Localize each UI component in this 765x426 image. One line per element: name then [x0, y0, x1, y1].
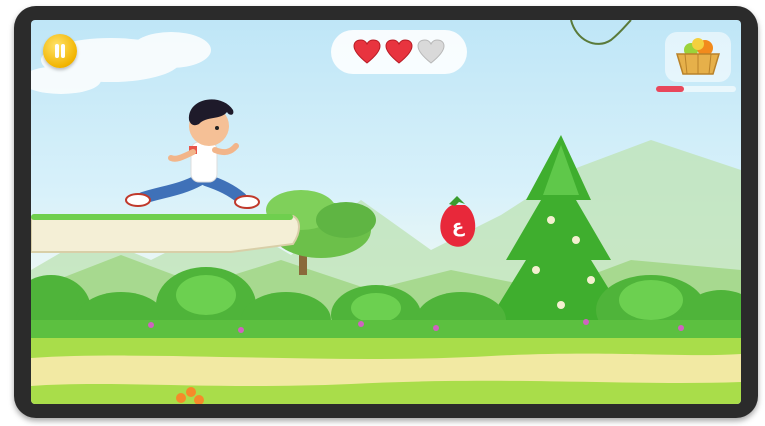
strawberry-collectible[interactable]: ع [31, 20, 741, 404]
heart-full-icon [385, 39, 413, 64]
collection-progress-fill [656, 86, 684, 92]
pause-icon-bar [61, 44, 65, 58]
game-screen: ع [31, 20, 741, 404]
pause-icon [55, 44, 59, 58]
lives-panel [331, 30, 467, 74]
heart-empty-icon [417, 39, 445, 64]
strawberry-letter: ع [452, 216, 465, 237]
pause-button[interactable] [43, 34, 77, 68]
fruit-basket [665, 32, 731, 82]
device-frame: ع [14, 6, 758, 418]
collection-progress-bar [656, 86, 736, 92]
fruit-basket-icon [675, 38, 721, 75]
heart-full-icon [353, 39, 381, 64]
